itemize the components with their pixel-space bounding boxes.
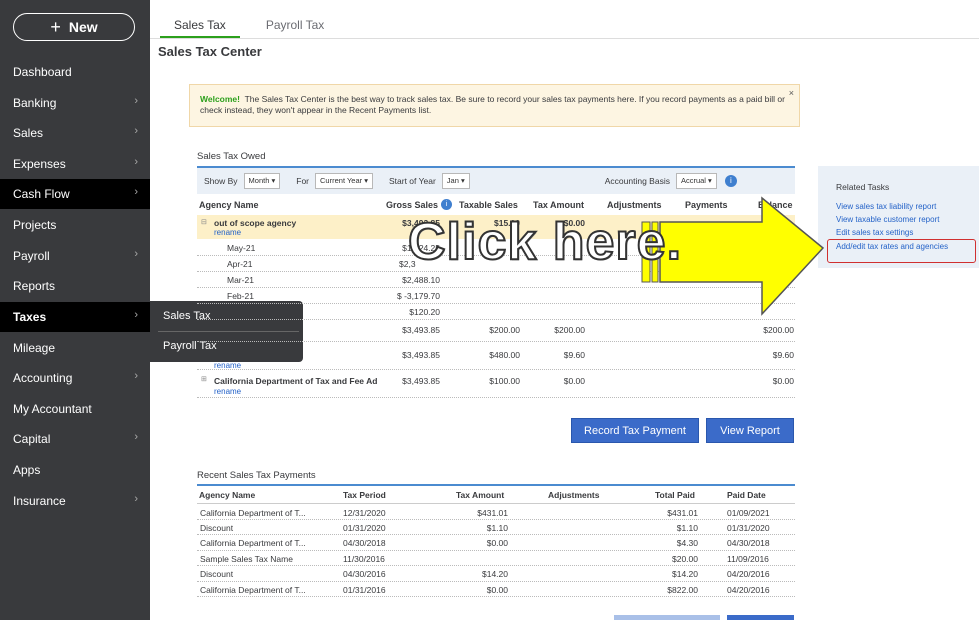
table-row[interactable]: $3,493.85 $200.00 $200.00 $200.00 — [197, 320, 795, 342]
tab-payroll-tax[interactable]: Payroll Tax — [252, 14, 338, 39]
chevron-right-icon: › — [134, 95, 138, 107]
pay-col-adjustments: Adjustments — [548, 490, 600, 500]
nav-reports[interactable]: Reports — [0, 271, 150, 301]
link-taxable-customer-report[interactable]: View taxable customer report — [836, 215, 939, 224]
payments-section-title: Recent Sales Tax Payments — [197, 470, 316, 481]
chevron-right-icon: › — [134, 156, 138, 168]
table-row[interactable]: California Department of T... 12/31/2020… — [197, 505, 795, 520]
nav-dashboard[interactable]: Dashboard — [0, 57, 150, 87]
view-report-button[interactable]: View Report — [706, 418, 794, 443]
nav-cash-flow[interactable]: Cash Flow › — [0, 179, 150, 209]
show-by-select[interactable]: Month ▾ — [243, 173, 281, 189]
page-title: Sales Tax Center — [158, 44, 262, 59]
chevron-right-icon: › — [134, 186, 138, 198]
start-of-year-select[interactable]: Jan ▾ — [441, 173, 470, 189]
tab-bar: Sales Tax Payroll Tax — [160, 14, 350, 39]
rename-link[interactable]: rename — [214, 361, 241, 370]
col-agency-name: Agency Name — [199, 200, 259, 210]
highlight-box — [827, 239, 976, 263]
show-by-label: Show By — [204, 176, 238, 186]
pay-col-total: Total Paid — [655, 490, 695, 500]
rename-link[interactable]: rename — [214, 387, 241, 396]
collapse-icon[interactable]: ⊟ — [201, 218, 207, 226]
nav-capital[interactable]: Capital › — [0, 424, 150, 454]
nav-projects[interactable]: Projects — [0, 210, 150, 240]
owed-toolbar: Show By Month ▾ For Current Year ▾ Start… — [197, 166, 795, 194]
pay-col-period: Tax Period — [343, 490, 386, 500]
table-row[interactable]: $3,493.85 $480.00 $9.60 $9.60 rename — [197, 342, 795, 370]
info-icon[interactable]: i — [441, 199, 452, 210]
welcome-bold: Welcome! — [200, 94, 240, 104]
pay-col-agency: Agency Name — [199, 490, 256, 500]
chevron-right-icon: › — [134, 309, 138, 321]
for-label: For — [296, 176, 310, 186]
nav-taxes[interactable]: Taxes › — [0, 302, 150, 332]
table-row[interactable]: Discount 01/31/2020 $1.10 $1.10 01/31/20… — [197, 520, 795, 535]
click-here-annotation: Click here. — [407, 212, 683, 272]
new-button[interactable]: + New — [13, 13, 135, 41]
bottom-button[interactable] — [727, 615, 794, 620]
table-row[interactable]: California Department of T... 04/30/2018… — [197, 535, 795, 551]
close-icon[interactable]: × — [789, 88, 794, 99]
record-tax-payment-button[interactable]: Record Tax Payment — [571, 418, 699, 443]
accounting-basis-select[interactable]: Accrual ▾ — [675, 173, 717, 189]
nav-banking[interactable]: Banking › — [0, 88, 150, 118]
related-tasks-title: Related Tasks — [836, 182, 890, 192]
link-liability-report[interactable]: View sales tax liability report — [836, 202, 936, 211]
chevron-right-icon: › — [134, 431, 138, 443]
nav-expenses[interactable]: Expenses › — [0, 149, 150, 179]
col-taxable-sales: Taxable Sales — [459, 200, 518, 210]
nav-insurance[interactable]: Insurance › — [0, 486, 150, 516]
welcome-text: The Sales Tax Center is the best way to … — [200, 94, 785, 115]
left-nav: + New Dashboard Banking › Sales › Expenses ›… — [0, 0, 150, 620]
nav-sales[interactable]: Sales › — [0, 118, 150, 148]
nav-payroll[interactable]: Payroll › — [0, 241, 150, 271]
plus-icon: + — [50, 16, 61, 37]
col-gross-sales: Gross Sales — [386, 200, 439, 210]
chevron-right-icon: › — [134, 493, 138, 505]
tab-sales-tax[interactable]: Sales Tax — [160, 14, 240, 39]
nav-accounting[interactable]: Accounting › — [0, 363, 150, 393]
expand-icon[interactable]: ⊞ — [201, 375, 207, 383]
pay-col-date: Paid Date — [727, 490, 766, 500]
disabled-button[interactable] — [614, 615, 720, 620]
welcome-banner: Welcome! The Sales Tax Center is the bes… — [189, 84, 800, 127]
table-row[interactable]: California Department of T... 01/31/2016… — [197, 582, 795, 597]
rename-link[interactable]: rename — [214, 228, 241, 237]
info-icon[interactable]: i — [724, 175, 737, 187]
nav-mileage[interactable]: Mileage — [0, 333, 150, 363]
chevron-right-icon: › — [134, 125, 138, 137]
accounting-basis-label: Accounting Basis — [604, 176, 670, 186]
pay-col-tax: Tax Amount — [456, 490, 505, 500]
start-of-year-label: Start of Year — [389, 176, 436, 186]
table-row[interactable]: Discount 04/30/2016 $14.20 $14.20 04/20/… — [197, 566, 795, 582]
arrow-shape — [659, 196, 825, 316]
nav-my-accountant[interactable]: My Accountant — [0, 394, 150, 424]
link-edit-sales-tax-settings[interactable]: Edit sales tax settings — [836, 228, 913, 237]
chevron-right-icon: › — [134, 370, 138, 382]
divider — [197, 484, 795, 486]
owed-section-title: Sales Tax Owed — [197, 151, 266, 162]
divider — [197, 503, 795, 504]
divider — [150, 38, 979, 39]
for-select[interactable]: Current Year ▾ — [315, 173, 373, 189]
col-tax-amount: Tax Amount — [533, 200, 584, 210]
table-row[interactable]: ⊞ California Department of Tax and Fee A… — [197, 372, 795, 398]
chevron-right-icon: › — [134, 248, 138, 260]
table-row[interactable]: Sample Sales Tax Name 11/30/2016 $20.00 … — [197, 551, 795, 566]
nav-apps[interactable]: Apps — [0, 455, 150, 485]
